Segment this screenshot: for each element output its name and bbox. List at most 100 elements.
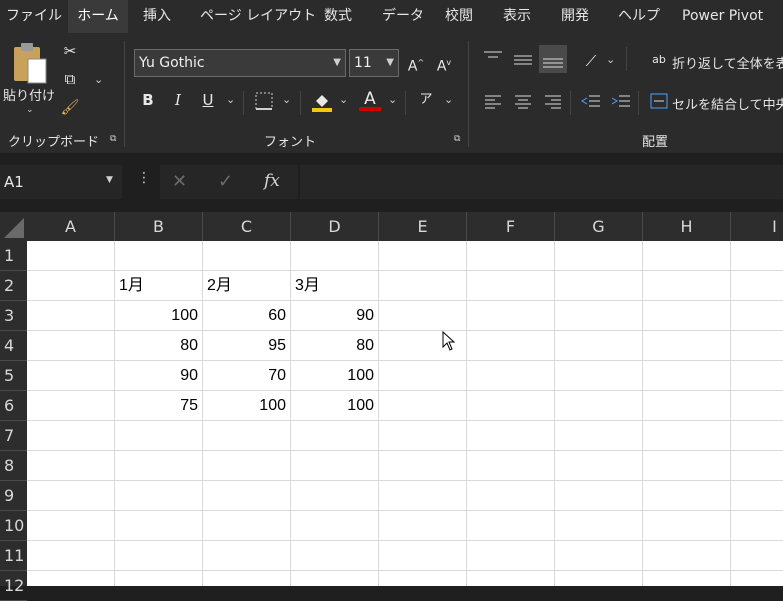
cell-B6[interactable]: 75 bbox=[115, 391, 203, 421]
cell-G10[interactable] bbox=[555, 511, 643, 541]
cell-E11[interactable] bbox=[379, 541, 467, 571]
cell-D7[interactable] bbox=[291, 421, 379, 451]
column-header[interactable]: F bbox=[467, 212, 555, 241]
cell-B9[interactable] bbox=[115, 481, 203, 511]
cell-F1[interactable] bbox=[467, 241, 555, 271]
italic-button[interactable]: I bbox=[168, 90, 188, 110]
cell-F11[interactable] bbox=[467, 541, 555, 571]
cell-E2[interactable] bbox=[379, 271, 467, 301]
cell-A12[interactable] bbox=[27, 571, 115, 586]
cell-F9[interactable] bbox=[467, 481, 555, 511]
cell-I6[interactable] bbox=[731, 391, 783, 421]
cell-B11[interactable] bbox=[115, 541, 203, 571]
merge-center-icon[interactable] bbox=[650, 93, 668, 113]
cell-C7[interactable] bbox=[203, 421, 291, 451]
cell-H6[interactable] bbox=[643, 391, 731, 421]
cell-H7[interactable] bbox=[643, 421, 731, 451]
row-header[interactable]: 3 bbox=[0, 301, 27, 331]
cell-C1[interactable] bbox=[203, 241, 291, 271]
name-box[interactable]: A1 ▼ bbox=[0, 165, 122, 199]
paste-label[interactable]: 貼り付け bbox=[3, 85, 55, 104]
cell-B5[interactable]: 90 bbox=[115, 361, 203, 391]
cell-C2[interactable]: 2月 bbox=[203, 271, 291, 301]
cell-A8[interactable] bbox=[27, 451, 115, 481]
align-middle-icon[interactable] bbox=[512, 49, 534, 73]
cell-F12[interactable] bbox=[467, 571, 555, 586]
cell-D8[interactable] bbox=[291, 451, 379, 481]
phonetic-icon[interactable]: ア bbox=[416, 90, 436, 110]
cell-G12[interactable] bbox=[555, 571, 643, 586]
cell-A2[interactable] bbox=[27, 271, 115, 301]
cell-H12[interactable] bbox=[643, 571, 731, 586]
cell-I11[interactable] bbox=[731, 541, 783, 571]
column-header[interactable]: D bbox=[291, 212, 379, 241]
tab-help[interactable]: ヘルプ bbox=[618, 0, 660, 33]
clipboard-launcher-icon[interactable]: ⧉ bbox=[110, 134, 116, 144]
bold-button[interactable]: B bbox=[138, 90, 158, 110]
font-launcher-icon[interactable]: ⧉ bbox=[454, 134, 460, 144]
cell-C5[interactable]: 70 bbox=[203, 361, 291, 391]
tab-review[interactable]: 校閲 bbox=[445, 0, 473, 33]
cell-A1[interactable] bbox=[27, 241, 115, 271]
row-header[interactable]: 4 bbox=[0, 331, 27, 361]
tab-data[interactable]: データ bbox=[382, 0, 424, 33]
font-color-icon[interactable]: A bbox=[359, 89, 381, 111]
column-header[interactable]: A bbox=[27, 212, 115, 241]
border-icon[interactable] bbox=[254, 91, 274, 115]
cell-I3[interactable] bbox=[731, 301, 783, 331]
cancel-icon[interactable]: ✕ bbox=[172, 171, 187, 192]
copy-dropdown-icon[interactable]: ⌄ bbox=[94, 73, 103, 86]
cell-G7[interactable] bbox=[555, 421, 643, 451]
cell-G9[interactable] bbox=[555, 481, 643, 511]
tab-file[interactable]: ファイル bbox=[6, 0, 62, 33]
cell-D6[interactable]: 100 bbox=[291, 391, 379, 421]
cell-I1[interactable] bbox=[731, 241, 783, 271]
cell-D9[interactable] bbox=[291, 481, 379, 511]
cell-E8[interactable] bbox=[379, 451, 467, 481]
cell-D3[interactable]: 90 bbox=[291, 301, 379, 331]
row-header[interactable]: 5 bbox=[0, 361, 27, 391]
cell-B7[interactable] bbox=[115, 421, 203, 451]
cell-C4[interactable]: 95 bbox=[203, 331, 291, 361]
cell-E5[interactable] bbox=[379, 361, 467, 391]
cell-I9[interactable] bbox=[731, 481, 783, 511]
chevron-down-icon[interactable]: ▼ bbox=[106, 175, 113, 185]
cell-E6[interactable] bbox=[379, 391, 467, 421]
cell-D4[interactable]: 80 bbox=[291, 331, 379, 361]
border-dropdown-icon[interactable]: ⌄ bbox=[282, 93, 291, 106]
align-right-icon[interactable] bbox=[542, 91, 564, 115]
cell-A7[interactable] bbox=[27, 421, 115, 451]
cell-H3[interactable] bbox=[643, 301, 731, 331]
cell-B12[interactable] bbox=[115, 571, 203, 586]
column-header[interactable]: B bbox=[115, 212, 203, 241]
cell-H11[interactable] bbox=[643, 541, 731, 571]
cell-E1[interactable] bbox=[379, 241, 467, 271]
tab-page-layout[interactable]: ページ レイアウト bbox=[200, 0, 316, 33]
row-header[interactable]: 6 bbox=[0, 391, 27, 421]
underline-dropdown-icon[interactable]: ⌄ bbox=[226, 93, 235, 106]
cell-C8[interactable] bbox=[203, 451, 291, 481]
paste-dropdown-icon[interactable]: ⌄ bbox=[26, 105, 34, 115]
cell-F5[interactable] bbox=[467, 361, 555, 391]
align-left-icon[interactable] bbox=[482, 91, 504, 115]
cell-grid[interactable]: 1月 2月 3月 100 60 90 80 95 80 90 70 100 75 100 100 bbox=[27, 241, 783, 586]
cell-G3[interactable] bbox=[555, 301, 643, 331]
cell-C11[interactable] bbox=[203, 541, 291, 571]
cell-B4[interactable]: 80 bbox=[115, 331, 203, 361]
orientation-dropdown-icon[interactable]: ⌄ bbox=[606, 53, 615, 66]
cell-E3[interactable] bbox=[379, 301, 467, 331]
tab-power-pivot[interactable]: Power Pivot bbox=[682, 0, 763, 33]
tab-developer[interactable]: 開発 bbox=[561, 0, 589, 33]
cell-E7[interactable] bbox=[379, 421, 467, 451]
cell-C3[interactable]: 60 bbox=[203, 301, 291, 331]
tab-home[interactable]: ホーム bbox=[68, 0, 128, 33]
more-options-icon[interactable]: ⋮ bbox=[137, 170, 151, 186]
tab-insert[interactable]: 挿入 bbox=[143, 0, 171, 33]
cell-G8[interactable] bbox=[555, 451, 643, 481]
wrap-text-button[interactable]: 折り返して全体を表 bbox=[672, 53, 783, 72]
increase-indent-icon[interactable] bbox=[610, 91, 632, 115]
row-header[interactable]: 2 bbox=[0, 271, 27, 301]
copy-icon[interactable]: ⧉ bbox=[60, 69, 80, 89]
font-size-select[interactable]: 11 ▼ bbox=[349, 49, 399, 77]
cell-B3[interactable]: 100 bbox=[115, 301, 203, 331]
